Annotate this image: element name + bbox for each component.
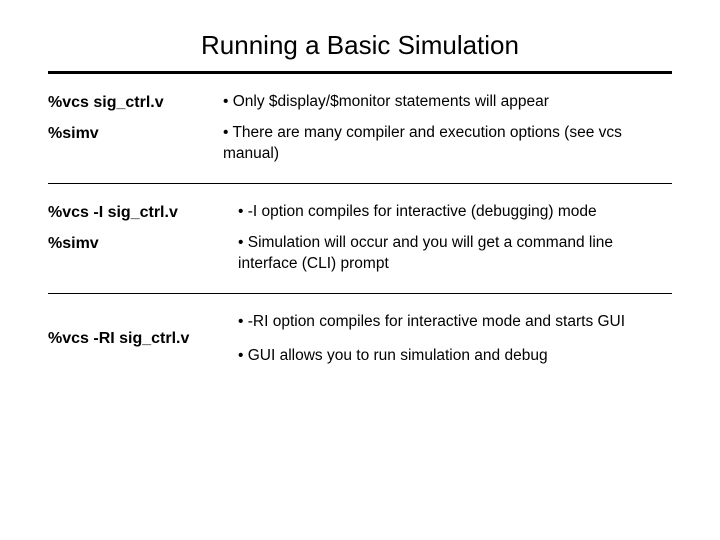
- title-divider: [48, 71, 672, 74]
- cmd-vcs-gui: %vcs -RI sig_ctrl.v: [48, 330, 238, 348]
- cmd-simv-basic: %simv: [48, 123, 223, 143]
- desc-vcs-gui-2: • GUI allows you to run simulation and d…: [238, 346, 672, 367]
- desc-vcs-interactive: • -I option compiles for interactive (de…: [238, 202, 672, 223]
- cmd-vcs-interactive: %vcs -I sig_ctrl.v: [48, 202, 238, 222]
- slide-title: Running a Basic Simulation: [48, 30, 672, 61]
- section-divider-2: [48, 293, 672, 294]
- desc-vcs-basic: • Only $display/$monitor statements will…: [223, 92, 672, 113]
- row-vcs-gui: %vcs -RI sig_ctrl.v • -RI option compile…: [48, 312, 672, 368]
- row-vcs-interactive: %vcs -I sig_ctrl.v • -I option compiles …: [48, 202, 672, 223]
- row-simv-interactive: %simv • Simulation will occur and you wi…: [48, 233, 672, 275]
- section-divider-1: [48, 183, 672, 184]
- cmd-simv-interactive: %simv: [48, 233, 238, 253]
- row-vcs-basic: %vcs sig_ctrl.v • Only $display/$monitor…: [48, 92, 672, 113]
- desc-col-vcs-gui: • -RI option compiles for interactive mo…: [238, 312, 672, 368]
- desc-simv-basic: • There are many compiler and execution …: [223, 123, 672, 165]
- desc-simv-interactive: • Simulation will occur and you will get…: [238, 233, 672, 275]
- desc-vcs-gui-1: • -RI option compiles for interactive mo…: [238, 312, 672, 333]
- slide: Running a Basic Simulation %vcs sig_ctrl…: [0, 0, 720, 540]
- row-simv-basic: %simv • There are many compiler and exec…: [48, 123, 672, 165]
- cmd-vcs-basic: %vcs sig_ctrl.v: [48, 92, 223, 112]
